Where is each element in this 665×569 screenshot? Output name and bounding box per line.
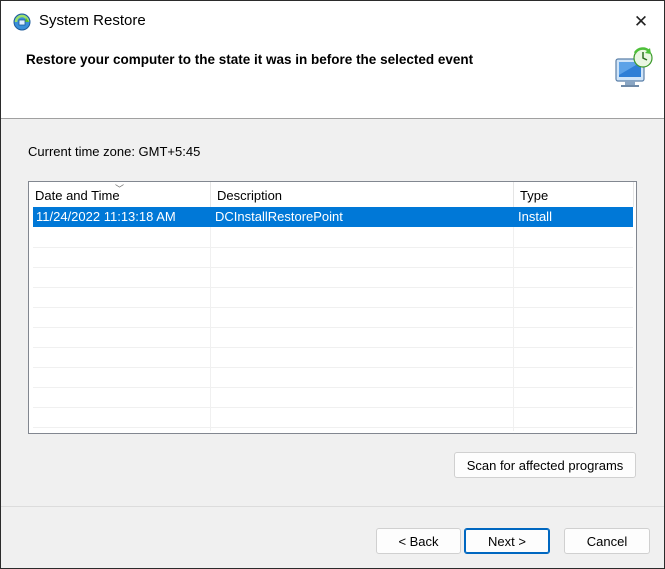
next-button[interactable]: Next >: [464, 528, 550, 554]
cell-date-time: 11/24/2022 11:13:18 AM: [36, 209, 176, 224]
grid-line: [33, 367, 633, 368]
column-separator: [633, 182, 634, 207]
cell-type: Install: [518, 209, 552, 224]
system-restore-window: System Restore ✕ Restore your computer t…: [0, 0, 665, 569]
grid-line: [33, 287, 633, 288]
grid-line: [33, 387, 633, 388]
timezone-label: Current time zone: GMT+5:45: [28, 144, 201, 159]
grid-line: [33, 427, 633, 428]
grid-line: [513, 207, 514, 431]
restore-points-list[interactable]: Date and Time ﹀ Description Type 11/24/2…: [28, 181, 637, 434]
cell-description: DCInstallRestorePoint: [215, 209, 343, 224]
table-row[interactable]: 11/24/2022 11:13:18 AM DCInstallRestoreP…: [33, 207, 633, 227]
header-panel: Restore your computer to the state it wa…: [1, 43, 664, 119]
grid-line: [33, 247, 633, 248]
cancel-button[interactable]: Cancel: [564, 528, 650, 554]
grid-line: [33, 327, 633, 328]
window-title: System Restore: [39, 12, 146, 29]
back-button[interactable]: < Back: [376, 528, 461, 554]
grid-line: [33, 347, 633, 348]
list-header: Date and Time ﹀ Description Type: [29, 182, 636, 207]
scan-affected-programs-button[interactable]: Scan for affected programs: [454, 452, 636, 478]
grid-line: [33, 307, 633, 308]
header-title: Restore your computer to the state it wa…: [26, 52, 474, 67]
close-button[interactable]: ✕: [618, 1, 664, 43]
grid-line: [210, 207, 211, 431]
monitor-restore-icon: [610, 45, 656, 91]
grid-line: [33, 407, 633, 408]
grid-line: [33, 267, 633, 268]
column-header-description[interactable]: Description: [211, 182, 513, 207]
sort-descending-icon: ﹀: [115, 184, 125, 194]
column-header-type[interactable]: Type: [514, 182, 634, 207]
system-restore-icon: [12, 12, 32, 32]
title-bar: System Restore ✕: [1, 1, 664, 43]
close-icon: ✕: [633, 12, 649, 31]
